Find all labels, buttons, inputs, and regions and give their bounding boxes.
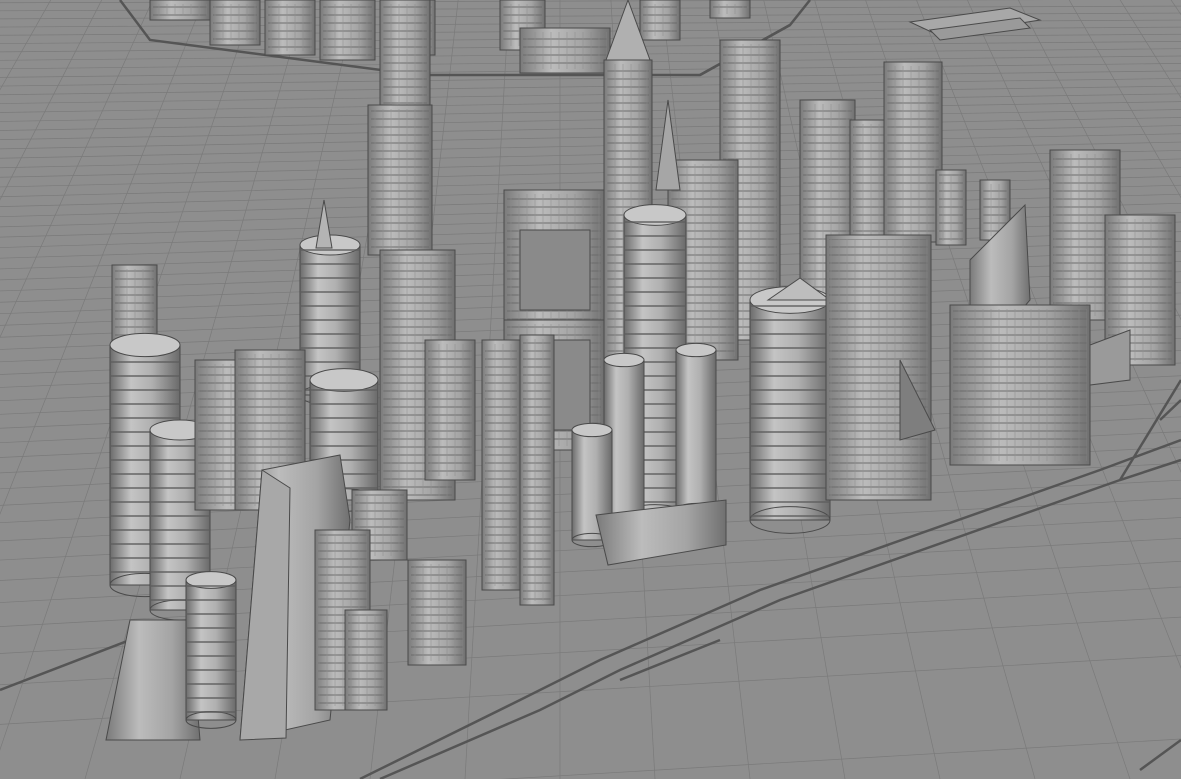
- terraced-block: [407, 559, 467, 666]
- far-building: [709, 0, 751, 19]
- 3d-viewport[interactable]: [0, 0, 1181, 779]
- curved-block: [949, 304, 1091, 466]
- far-building: [319, 0, 376, 61]
- stacked-tower-2: [344, 609, 388, 711]
- slab-tower: [481, 339, 521, 591]
- curved-block-side: [1089, 329, 1131, 386]
- cylinder-tower-short: [675, 342, 717, 518]
- far-building: [264, 0, 316, 56]
- office-tower-podium: [185, 571, 237, 729]
- far-building: [519, 27, 611, 74]
- chain-tower-mid: [367, 104, 433, 256]
- far-building: [209, 0, 261, 46]
- curved-tower-right: [825, 234, 932, 501]
- road-line: [1139, 738, 1181, 772]
- far-building: [149, 0, 211, 21]
- tower-small: [935, 169, 967, 246]
- tower-right-back-5: [883, 61, 943, 243]
- chain-tower-upper: [379, 0, 431, 111]
- spire-small: [655, 99, 681, 191]
- city-scene: [0, 0, 1181, 779]
- far-building: [639, 0, 681, 41]
- gate-opening: [519, 229, 591, 311]
- slab-tower: [519, 334, 555, 606]
- cone-tower-spire: [315, 199, 333, 249]
- chain-tower-segment: [424, 339, 476, 481]
- building-cluster: [105, 0, 1176, 741]
- round-tower-right: [749, 286, 831, 534]
